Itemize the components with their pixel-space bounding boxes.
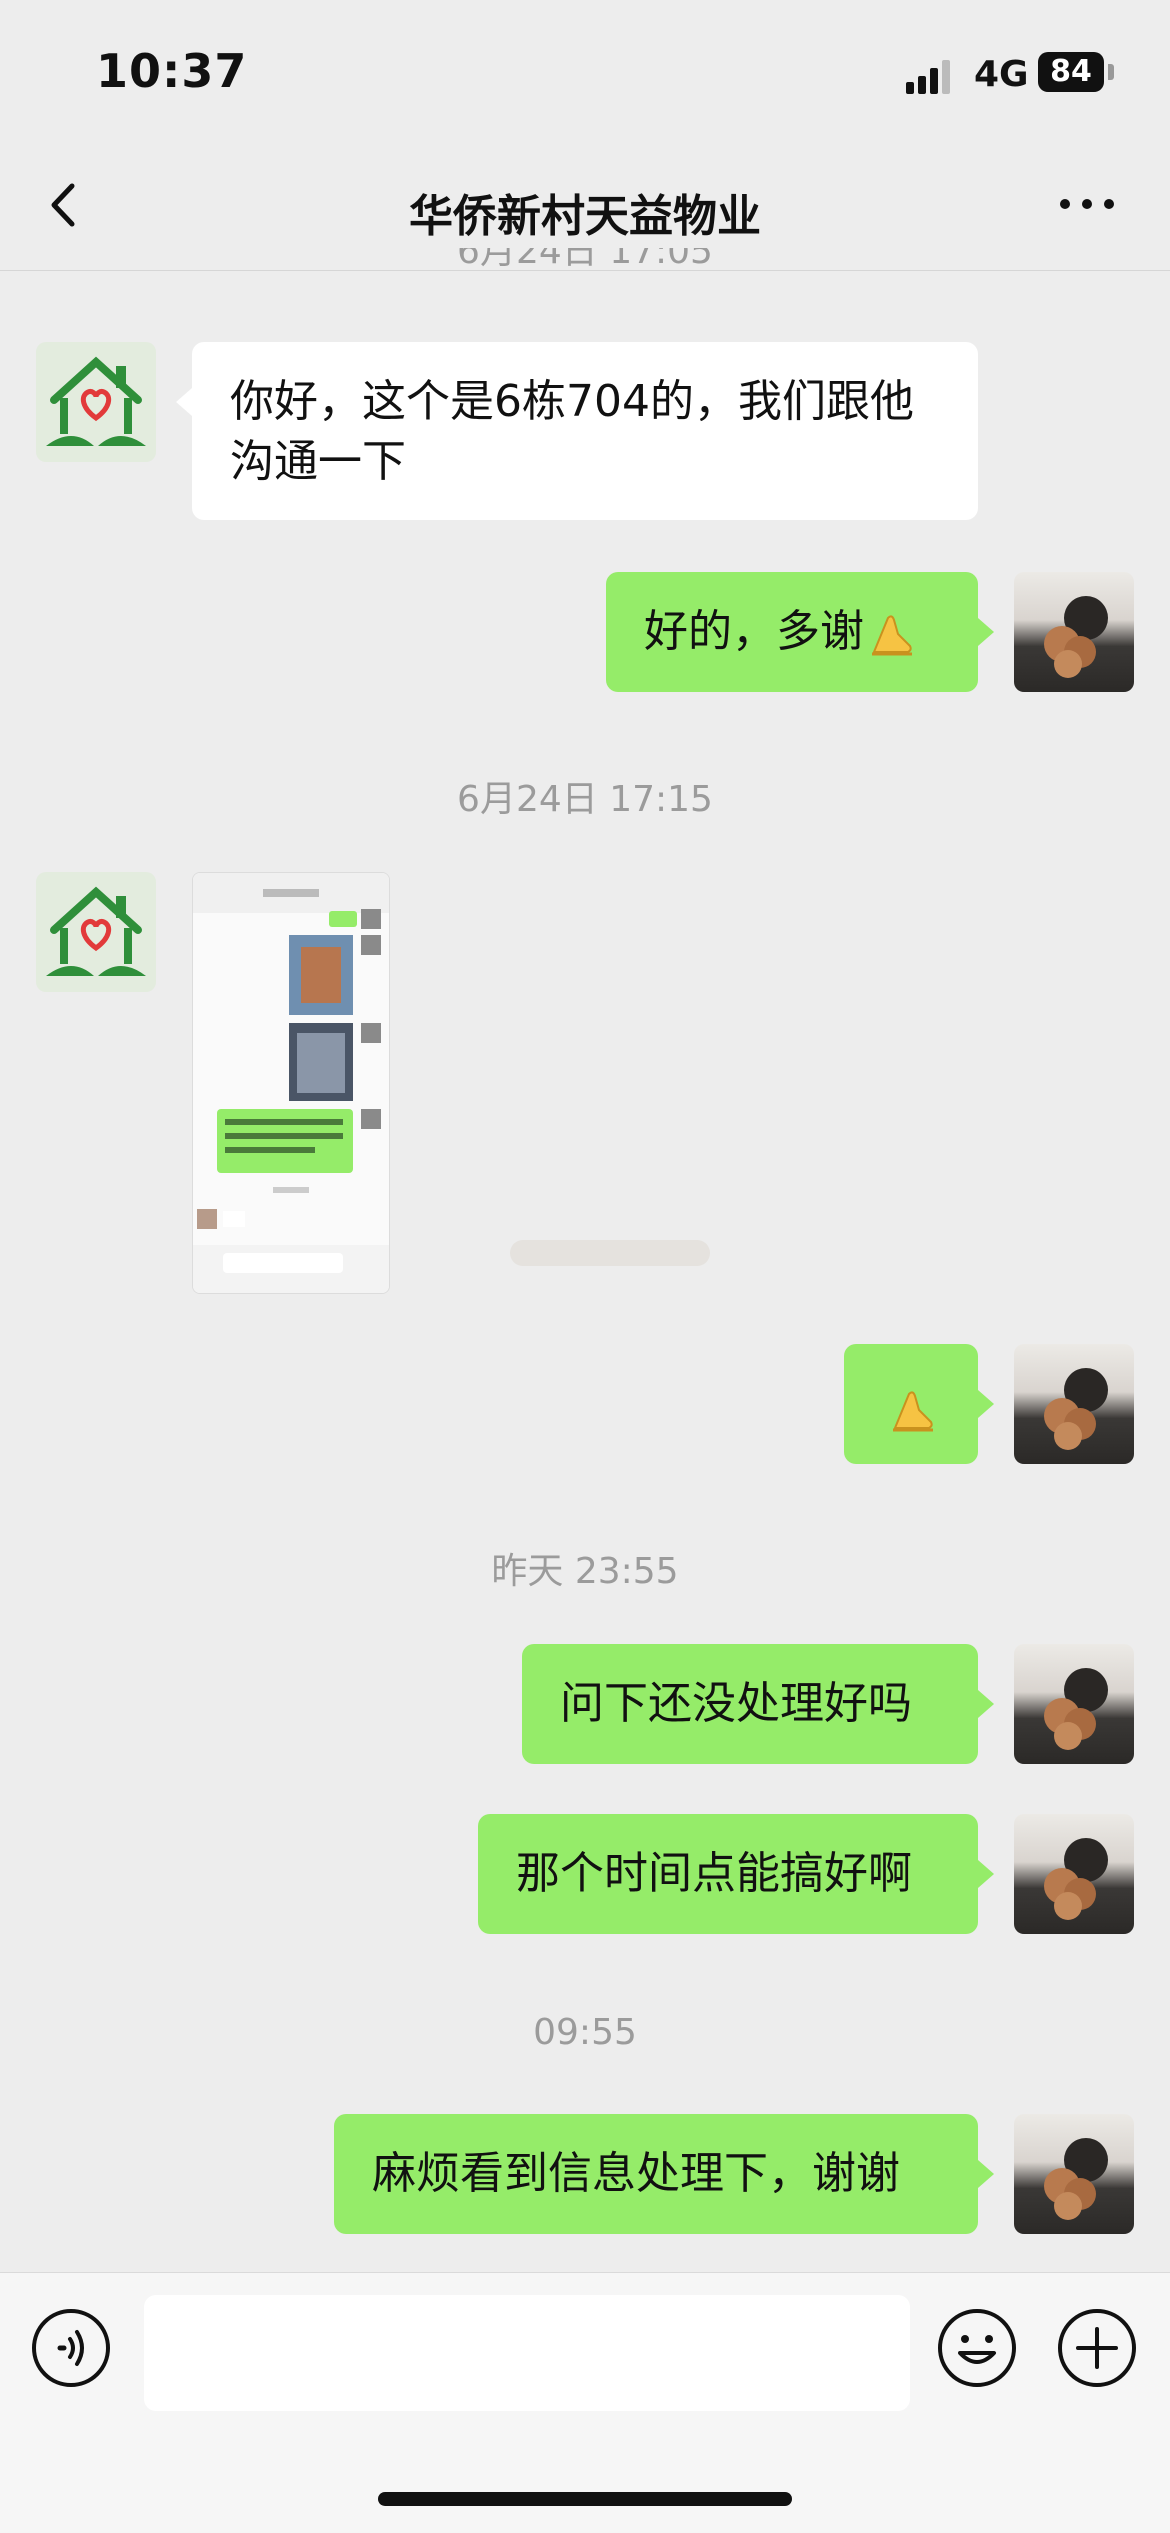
watermark [510,1240,710,1266]
voice-icon[interactable] [30,2307,112,2389]
message-outgoing[interactable] [844,1344,978,1464]
status-time: 10:37 [96,44,248,98]
emoji-icon[interactable] [936,2307,1018,2389]
bubble-tail [176,388,192,416]
message-input[interactable] [144,2295,910,2411]
bubble-tail [978,1860,994,1888]
battery-nub [1108,64,1114,80]
house-heart-logo-icon [46,886,146,976]
timestamp-partial: 6月24日 17:05 [457,248,713,272]
bouquet-avatar-icon [1044,1668,1108,1750]
bubble-tail [978,2160,994,2188]
bubble-tail [978,1690,994,1718]
screenshot-thumbnail [193,873,389,1293]
more-horizontal-icon[interactable] [1060,188,1116,218]
timestamp: 09:55 [533,2012,637,2053]
bouquet-avatar-icon [1044,2138,1108,2220]
message-outgoing[interactable]: 好的，多谢 [606,572,978,692]
bouquet-avatar-icon [1044,1368,1108,1450]
message-outgoing[interactable]: 问下还没处理好吗 [522,1644,978,1764]
bouquet-avatar-icon [1044,596,1108,678]
message-incoming[interactable]: 你好，这个是6栋704的，我们跟他沟通一下 [192,342,978,520]
avatar-me[interactable] [1014,1644,1134,1764]
palms-together-emoji-icon [864,612,916,656]
bouquet-avatar-icon [1044,1838,1108,1920]
avatar-me[interactable] [1014,1344,1134,1464]
chat-title: 华侨新村天益物业 [409,191,761,242]
timestamp: 6月24日 17:15 [457,779,713,820]
avatar-me[interactable] [1014,572,1134,692]
bubble-tail [978,1390,994,1418]
plus-icon[interactable] [1056,2307,1138,2389]
image-message-screenshot[interactable] [192,872,390,1294]
palms-together-emoji-icon [885,1388,937,1432]
house-heart-logo-icon [46,356,146,446]
avatar-property-manager[interactable] [36,342,156,462]
avatar-me[interactable] [1014,2114,1134,2234]
avatar-property-manager[interactable] [36,872,156,992]
message-outgoing[interactable]: 麻烦看到信息处理下，谢谢 [334,2114,978,2234]
bubble-tail [978,618,994,646]
network-type: 4G [974,54,1029,95]
battery-icon: 84 [1038,52,1104,92]
signal-icon [906,60,952,94]
status-bar: 10:37 4G 84 [0,0,1170,140]
home-indicator [378,2492,792,2506]
message-outgoing[interactable]: 那个时间点能搞好啊 [478,1814,978,1934]
timestamp: 昨天 23:55 [491,1551,679,1592]
avatar-me[interactable] [1014,1814,1134,1934]
message-text: 好的，多谢 [644,606,864,657]
